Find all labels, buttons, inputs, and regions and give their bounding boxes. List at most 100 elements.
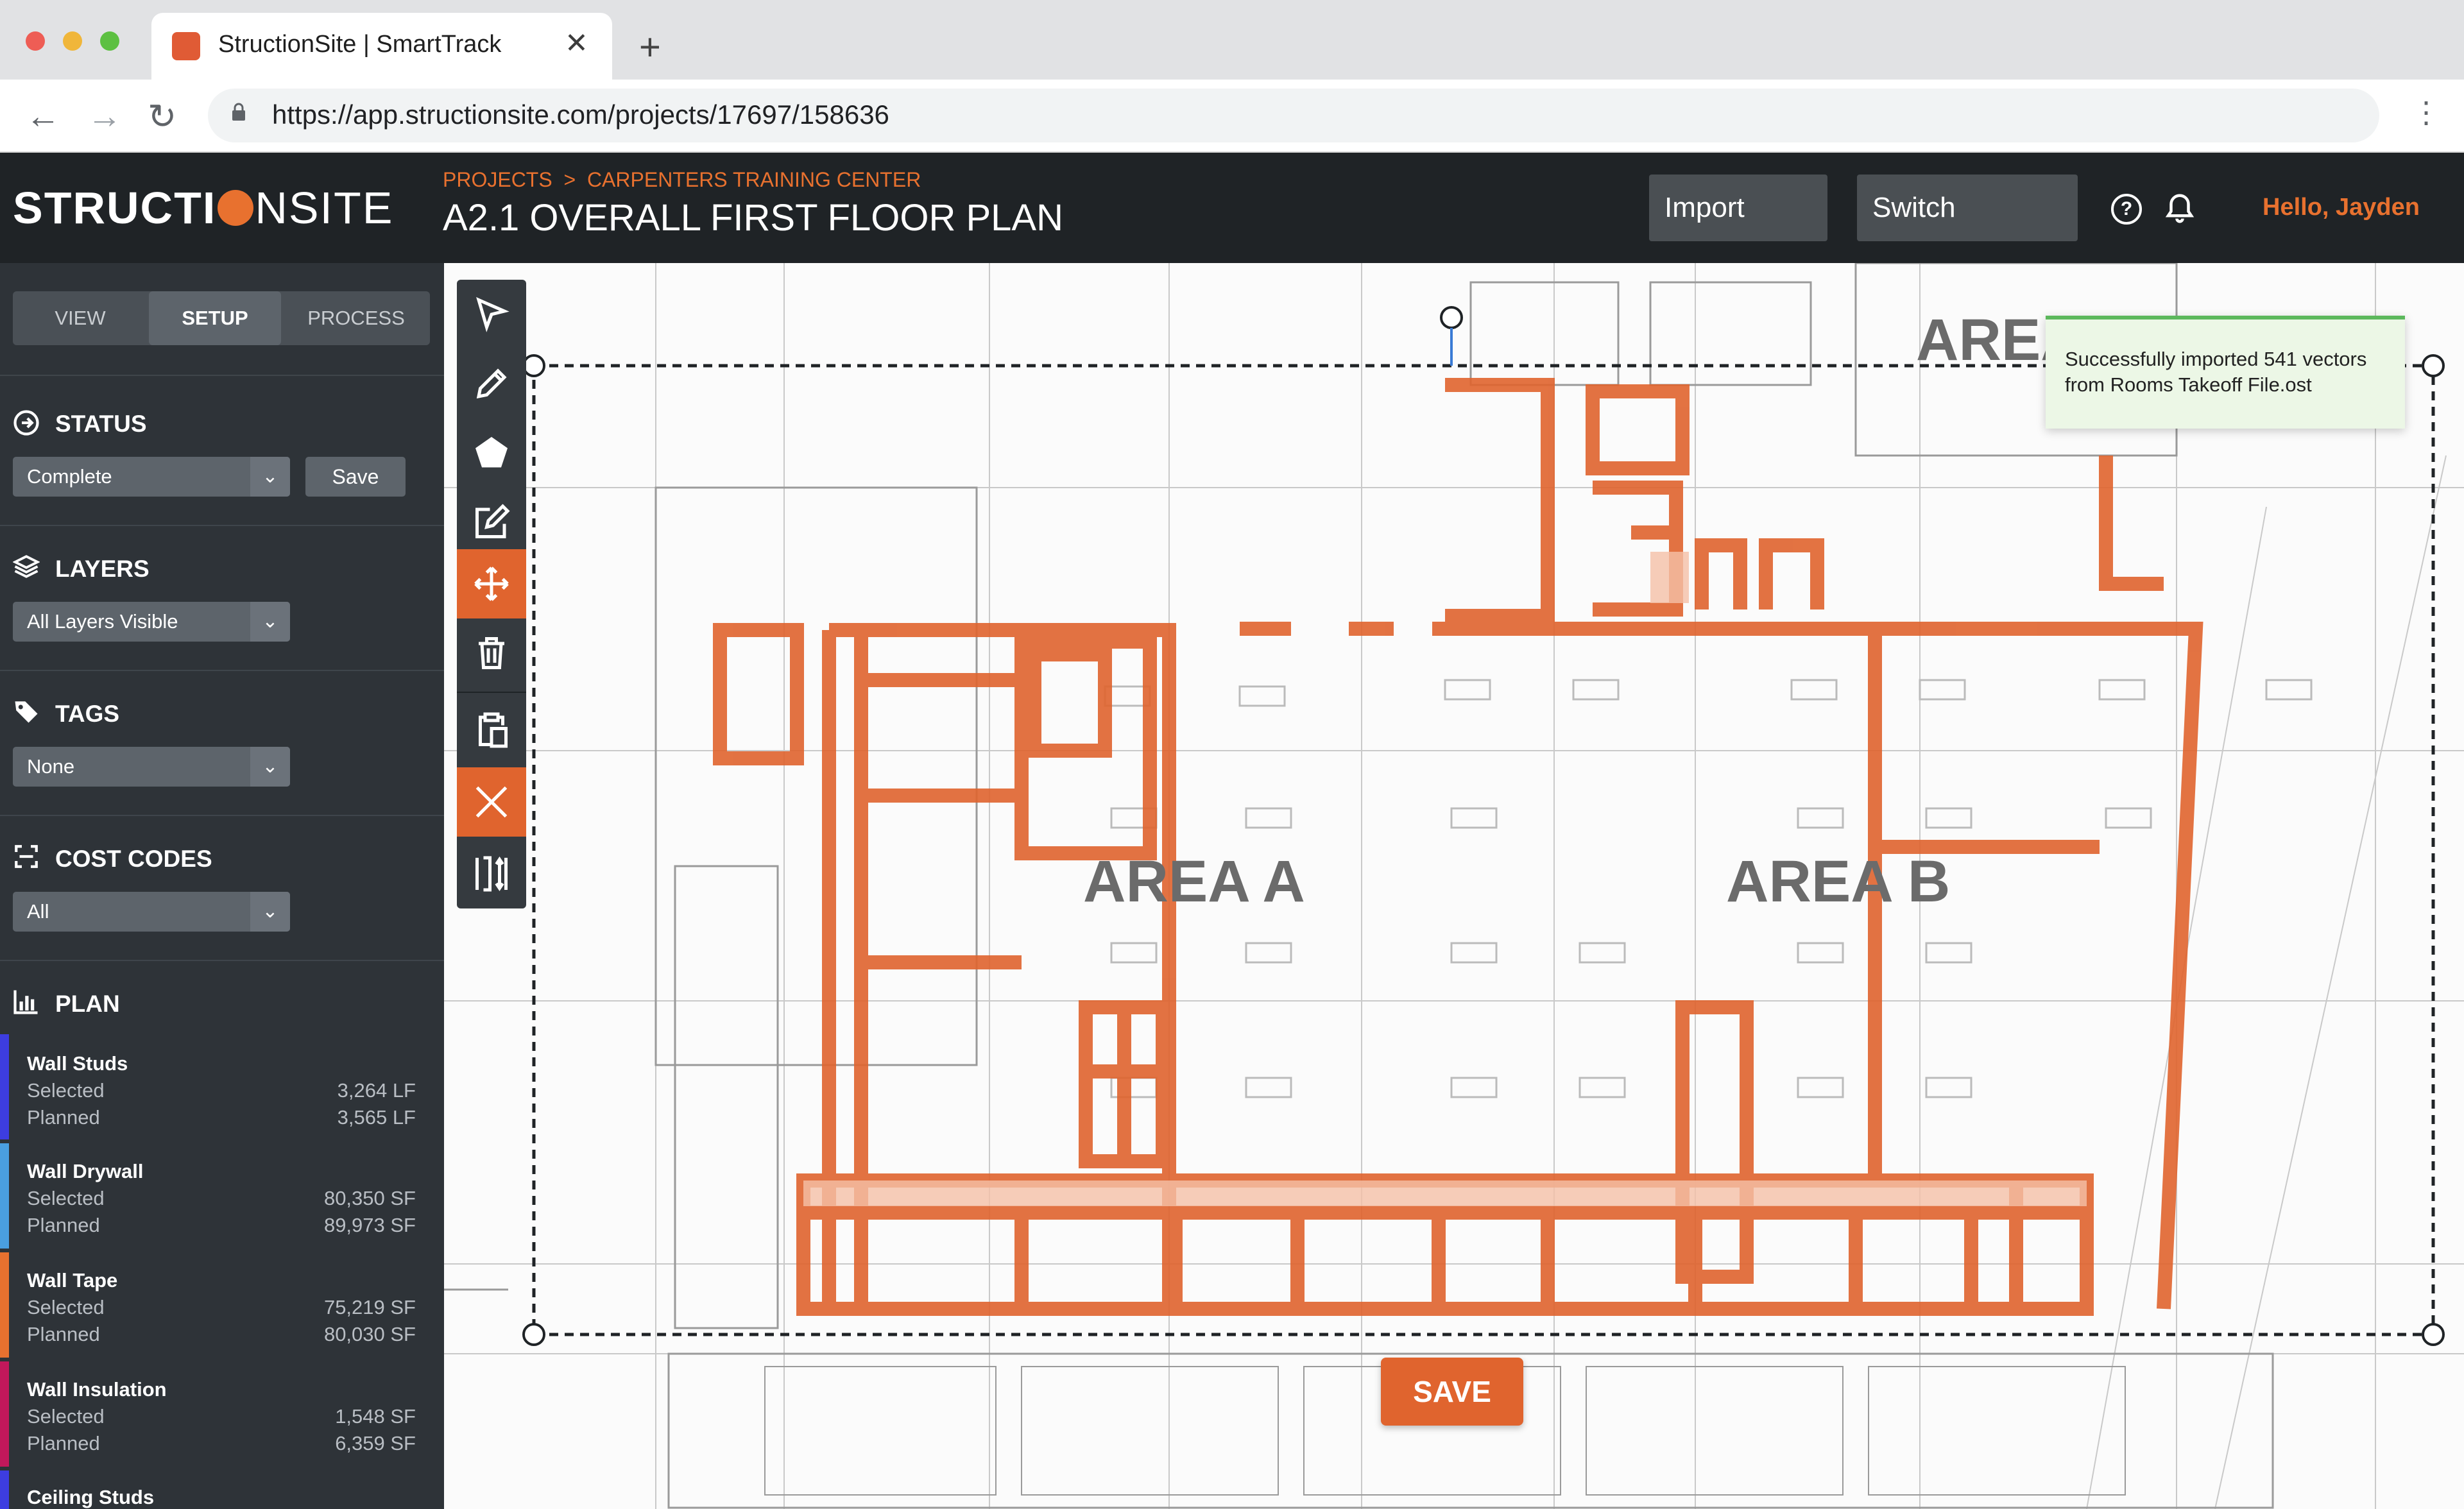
window-maximize-button[interactable] bbox=[100, 31, 119, 51]
plan-item-name[interactable]: Ceiling Studs bbox=[27, 1486, 154, 1509]
paste-tool-button[interactable] bbox=[457, 695, 526, 765]
sidebar bbox=[0, 263, 444, 1509]
select-icon bbox=[476, 297, 509, 332]
layers-heading: LAYERS bbox=[55, 556, 150, 582]
url-text: https://app.structionsite.com/projects/1… bbox=[272, 99, 889, 130]
color-swatch bbox=[0, 1471, 9, 1509]
browser-menu-icon[interactable]: ⋮ bbox=[2411, 95, 2441, 130]
color-swatch bbox=[0, 1252, 9, 1358]
plan-item-name[interactable]: Wall Insulation bbox=[27, 1378, 167, 1401]
resize-tool-button[interactable] bbox=[457, 839, 526, 908]
plan-item-name[interactable]: Wall Studs bbox=[27, 1052, 128, 1075]
pencil-icon bbox=[476, 368, 507, 399]
planned-label: Planned bbox=[27, 1214, 100, 1236]
selected-label: Selected bbox=[27, 1079, 105, 1102]
divider bbox=[0, 815, 444, 816]
selected-value: 75,219 SF bbox=[323, 1296, 416, 1318]
layers-select[interactable]: All Layers Visible bbox=[13, 602, 290, 642]
user-greeting[interactable]: Hello, Jayden bbox=[2263, 194, 2420, 221]
edit-tool-button[interactable] bbox=[457, 488, 526, 557]
trash-icon bbox=[479, 637, 504, 669]
resize-icon bbox=[475, 856, 508, 892]
help-icon[interactable]: ? bbox=[2111, 194, 2142, 225]
color-swatch bbox=[0, 1143, 9, 1249]
selected-value: 3,264 LF bbox=[337, 1079, 416, 1102]
toast-message: Successfully imported 541 vectors from R… bbox=[2065, 348, 2367, 396]
clipboard-icon bbox=[479, 712, 508, 748]
import-qto-button[interactable]: Import QTO bbox=[1649, 175, 1827, 290]
planned-label: Planned bbox=[27, 1323, 100, 1345]
edit-icon bbox=[475, 504, 510, 538]
window-close-button[interactable] bbox=[26, 31, 45, 51]
tags-select[interactable]: None bbox=[13, 747, 290, 787]
selected-value: 1,548 SF bbox=[335, 1405, 416, 1428]
planned-value: 3,565 LF bbox=[337, 1106, 416, 1129]
chevron-down-icon[interactable]: ⌄ bbox=[250, 892, 290, 932]
tab-title: StructionSite | SmartTrack bbox=[218, 31, 502, 58]
window-minimize-button[interactable] bbox=[63, 31, 82, 51]
pencil-tool-button[interactable] bbox=[457, 349, 526, 418]
floor-plan-drawing[interactable] bbox=[444, 263, 2464, 1509]
selected-label: Selected bbox=[27, 1296, 105, 1318]
save-status-button[interactable]: Save bbox=[305, 457, 406, 497]
color-swatch bbox=[0, 1034, 9, 1139]
breadcrumb[interactable]: PROJECTS > CARPENTERS TRAINING CENTER bbox=[443, 168, 921, 192]
status-heading: STATUS bbox=[55, 411, 147, 437]
cancel-tool-button[interactable] bbox=[457, 767, 526, 837]
plan-item-name[interactable]: Wall Tape bbox=[27, 1269, 117, 1292]
logo-o-icon bbox=[218, 190, 254, 226]
plan-heading: PLAN bbox=[55, 991, 120, 1017]
tab-view[interactable]: VIEW bbox=[13, 291, 148, 345]
lock-icon bbox=[232, 103, 245, 121]
tab-close-icon[interactable]: ✕ bbox=[565, 27, 588, 60]
polygon-icon bbox=[475, 437, 508, 468]
polygon-tool-button[interactable] bbox=[457, 418, 526, 488]
cost-code-icon bbox=[15, 845, 38, 868]
status-select[interactable]: Complete bbox=[13, 457, 290, 497]
toolbar-divider bbox=[457, 692, 526, 693]
forward-icon[interactable]: → bbox=[87, 96, 122, 136]
chart-icon bbox=[13, 990, 38, 1014]
plan-item-name[interactable]: Wall Drywall bbox=[27, 1160, 143, 1183]
planned-label: Planned bbox=[27, 1432, 100, 1454]
status-icon bbox=[13, 410, 39, 436]
chevron-down-icon[interactable]: ⌄ bbox=[250, 457, 290, 497]
chevron-down-icon[interactable]: ⌄ bbox=[250, 747, 290, 787]
selected-label: Selected bbox=[27, 1405, 105, 1428]
move-icon bbox=[474, 567, 509, 601]
cost-codes-select[interactable]: All bbox=[13, 892, 290, 932]
save-button[interactable]: SAVE bbox=[1381, 1358, 1523, 1426]
divider bbox=[0, 375, 444, 376]
selected-value: 80,350 SF bbox=[323, 1187, 416, 1209]
close-icon bbox=[475, 786, 508, 818]
move-tool-button[interactable] bbox=[457, 549, 526, 618]
area-b-label: AREA B bbox=[1726, 849, 1951, 914]
favicon-icon bbox=[172, 32, 200, 60]
chevron-down-icon[interactable]: ⌄ bbox=[250, 602, 290, 642]
reload-icon[interactable]: ↻ bbox=[148, 96, 176, 137]
color-swatch bbox=[0, 1361, 9, 1467]
cost-codes-heading: COST CODES bbox=[55, 846, 212, 872]
structionsite-logo[interactable]: STRUCTI NSITE bbox=[13, 182, 393, 234]
divider bbox=[0, 960, 444, 961]
layers-icon bbox=[13, 555, 40, 578]
selected-label: Selected bbox=[27, 1187, 105, 1209]
page-title: A2.1 OVERALL FIRST FLOOR PLAN bbox=[443, 197, 1063, 239]
select-tool-button[interactable] bbox=[457, 280, 526, 349]
delete-tool-button[interactable] bbox=[457, 618, 526, 688]
area-a-label: AREA A bbox=[1083, 849, 1305, 914]
drawing-canvas[interactable] bbox=[444, 263, 2464, 1509]
tab-process[interactable]: PROCESS bbox=[282, 291, 430, 345]
tag-icon bbox=[15, 701, 38, 723]
switch-drawing-button[interactable]: Switch Drawing bbox=[1857, 175, 2078, 290]
bell-icon[interactable] bbox=[2162, 191, 2197, 226]
tab-setup[interactable]: SETUP bbox=[149, 291, 281, 345]
planned-value: 6,359 SF bbox=[335, 1432, 416, 1454]
planned-value: 89,973 SF bbox=[323, 1214, 416, 1236]
divider bbox=[0, 670, 444, 671]
new-tab-icon[interactable]: + bbox=[639, 26, 661, 69]
planned-label: Planned bbox=[27, 1106, 100, 1129]
back-icon[interactable]: ← bbox=[26, 96, 60, 136]
tags-heading: TAGS bbox=[55, 701, 120, 727]
divider bbox=[0, 525, 444, 526]
